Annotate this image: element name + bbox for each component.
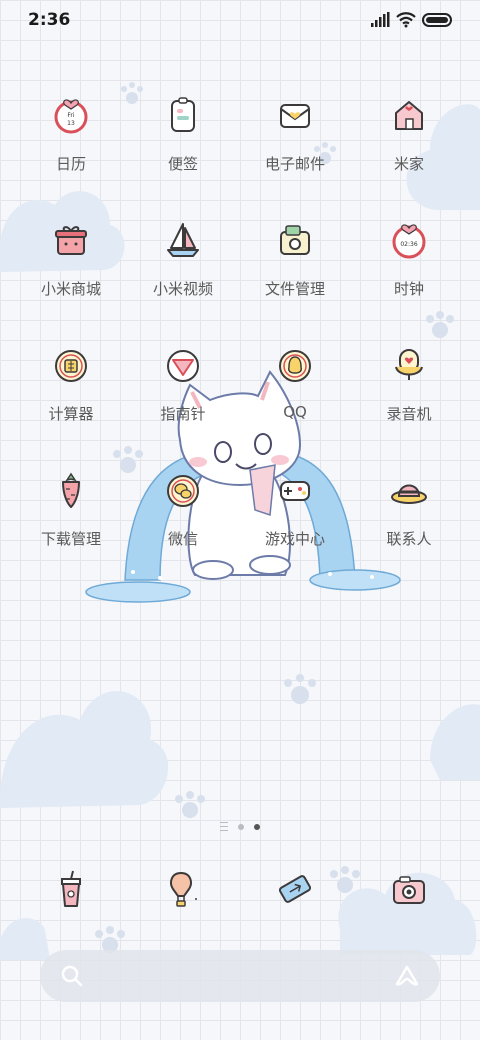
file-manager-icon	[280, 225, 310, 255]
app-label: 电子邮件	[264, 155, 325, 173]
clock-time: 02:36	[400, 241, 417, 248]
app-label: 游戏中心	[264, 530, 325, 548]
app-label: 便签	[167, 155, 198, 173]
dock-app-drink[interactable]	[46, 864, 96, 914]
app-label: 录音机	[386, 405, 432, 423]
status-bar: 2:36	[0, 0, 480, 42]
wifi-icon	[396, 12, 416, 28]
app-mi-store[interactable]: 小米商城	[16, 220, 126, 330]
battery-icon	[422, 13, 452, 27]
status-icons	[370, 12, 454, 28]
compass-icon	[167, 350, 199, 382]
wechat-icon	[167, 475, 199, 507]
app-label: 文件管理	[264, 280, 325, 298]
qq-penguin-icon	[279, 350, 311, 382]
app-label: 日历	[55, 155, 86, 173]
voice-assistant-icon[interactable]	[394, 964, 420, 988]
carrot-download-icon	[62, 472, 80, 508]
camera-icon	[393, 876, 425, 904]
signal-icon	[371, 12, 390, 27]
app-label: 米家	[393, 155, 424, 173]
app-calendar[interactable]: Fri 13 日历	[16, 95, 126, 205]
drink-cup-icon	[61, 870, 81, 907]
sailboat-video-icon	[167, 223, 199, 257]
hot-air-balloon-icon	[170, 871, 197, 907]
app-mijia[interactable]: 米家	[354, 95, 464, 205]
app-qq[interactable]: QQ	[240, 345, 350, 455]
recorder-icon	[395, 349, 423, 380]
app-calculator[interactable]: 计算器	[16, 345, 126, 455]
home-icon	[395, 101, 423, 130]
search-bar[interactable]	[40, 950, 440, 1002]
clock-icon: 02:36	[392, 224, 426, 259]
gamepad-icon	[280, 481, 310, 501]
app-recorder[interactable]: 录音机	[354, 345, 464, 455]
calendar-day: Fri	[67, 112, 74, 119]
page-indicator-minus1	[220, 822, 228, 831]
email-icon	[280, 104, 310, 128]
app-compass[interactable]: 指南针	[128, 345, 238, 455]
dock-app-balloon[interactable]	[156, 864, 206, 914]
dock-app-camera[interactable]	[384, 864, 434, 914]
app-label: 计算器	[48, 405, 94, 423]
app-label: 指南针	[160, 405, 206, 423]
app-email[interactable]: 电子邮件	[240, 95, 350, 205]
app-label: 下载管理	[40, 530, 101, 548]
calendar-date: 13	[67, 120, 75, 127]
app-wechat[interactable]: 微信	[128, 470, 238, 580]
hat-contacts-icon	[391, 484, 427, 504]
app-label: 联系人	[386, 530, 432, 548]
page-dot-current	[254, 823, 260, 830]
app-file-manager[interactable]: 文件管理	[240, 220, 350, 330]
app-label: QQ	[283, 403, 307, 421]
notes-icon	[171, 97, 195, 132]
app-game-center[interactable]: 游戏中心	[240, 470, 350, 580]
app-label: 时钟	[393, 280, 424, 298]
app-clock[interactable]: 02:36 时钟	[354, 220, 464, 330]
search-icon[interactable]	[60, 964, 84, 988]
app-mi-video[interactable]: 小米视频	[128, 220, 238, 330]
flight-ticket-icon	[278, 875, 312, 903]
calculator-icon	[55, 350, 87, 382]
app-downloads[interactable]: 下载管理	[16, 470, 126, 580]
page-dot	[238, 823, 244, 830]
app-contacts[interactable]: 联系人	[354, 470, 464, 580]
calendar-icon: Fri 13	[54, 99, 88, 134]
app-notes[interactable]: 便签	[128, 95, 238, 205]
app-label: 小米视频	[152, 280, 213, 298]
dock-app-ticket[interactable]	[270, 864, 320, 914]
app-label: 小米商城	[40, 280, 101, 298]
gift-store-icon	[55, 226, 87, 255]
status-time: 2:36	[28, 10, 71, 30]
app-label: 微信	[167, 530, 198, 548]
page-indicator[interactable]	[0, 822, 480, 831]
